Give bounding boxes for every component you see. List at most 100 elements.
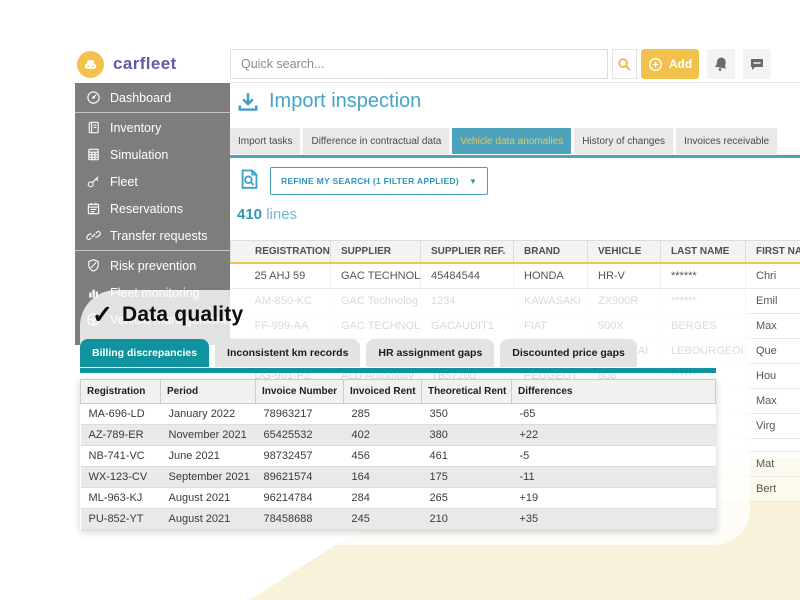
tab-import-tasks[interactable]: Import tasks [230, 128, 300, 154]
sidebar-item-fleet[interactable]: Fleet [75, 168, 230, 195]
tab-difference-contractual-data[interactable]: Difference in contractual data [303, 128, 449, 154]
sidebar-item-risk-prevention[interactable]: Risk prevention [75, 252, 230, 279]
sidebar-item-reservations[interactable]: Reservations [75, 195, 230, 222]
table-row[interactable]: WX-123-CVSeptember 202189621574164175-11 [81, 467, 716, 488]
table-cell: 285 [344, 404, 422, 425]
search-button[interactable] [612, 49, 637, 79]
chevron-down-icon: ▼ [469, 177, 477, 186]
table-cell: Chri [746, 263, 800, 289]
logo[interactable]: carfleet [75, 45, 230, 83]
column-header-brand[interactable]: BRAND [514, 241, 588, 264]
column-header-invoiced-rent[interactable]: Invoiced Rent [344, 380, 422, 404]
lines-count-value: 410 [237, 206, 262, 223]
column-header-last-name[interactable]: LAST NAME [661, 241, 746, 264]
messages-button[interactable] [743, 49, 771, 79]
tab-billing-discrepancies[interactable]: Billing discrepancies [80, 339, 209, 367]
table-row[interactable]: 25 AHJ 59GAC TECHNOLC45484544HONDAHR-V**… [231, 263, 800, 289]
table-cell: August 2021 [161, 509, 256, 530]
table-cell: June 2021 [161, 446, 256, 467]
gauge-icon [86, 90, 101, 105]
popup-title: Data quality [122, 303, 243, 327]
column-header-theoretical-rent[interactable]: Theoretical Rent [422, 380, 512, 404]
popup-tabs: Billing discrepancies Inconsistent km re… [80, 339, 637, 367]
table-cell: NB-741-VC [81, 446, 161, 467]
add-button-label: Add [669, 57, 692, 71]
table-cell: 175 [422, 467, 512, 488]
column-header-invoice-number[interactable]: Invoice Number [256, 380, 344, 404]
table-cell: 164 [344, 467, 422, 488]
table-row[interactable]: AZ-789-ERNovember 202165425532402380+22 [81, 425, 716, 446]
table-cell: -65 [512, 404, 716, 425]
logo-text: carfleet [113, 54, 177, 74]
table-cell: November 2021 [161, 425, 256, 446]
tab-discounted-price-gaps[interactable]: Discounted price gaps [500, 339, 637, 367]
table-row[interactable]: NB-741-VCJune 202198732457456461-5 [81, 446, 716, 467]
table-cell: 78458688 [256, 509, 344, 530]
table-cell: Hou [746, 364, 800, 389]
sidebar-divider [75, 112, 230, 113]
tab-invoices-receivable[interactable]: Invoices receivable [676, 128, 777, 154]
sidebar-item-label: Dashboard [110, 91, 171, 105]
table-cell: 461 [422, 446, 512, 467]
column-header-registration[interactable]: REGISTRATION [231, 241, 331, 264]
column-header-registration[interactable]: Registration [81, 380, 161, 404]
table-cell: January 2022 [161, 404, 256, 425]
book-icon [86, 120, 101, 135]
table-cell: AZ-789-ER [81, 425, 161, 446]
tab-inconsistent-km-records[interactable]: Inconsistent km records [215, 339, 360, 367]
topbar-divider [230, 82, 800, 83]
sidebar-item-label: Fleet [110, 175, 138, 189]
column-header-period[interactable]: Period [161, 380, 256, 404]
table-cell: 284 [344, 488, 422, 509]
tab-hr-assignment-gaps[interactable]: HR assignment gaps [366, 339, 494, 367]
column-header-vehicle[interactable]: VEHICLE [588, 241, 661, 264]
table-cell: MA-696-LD [81, 404, 161, 425]
table-cell: Bert [746, 477, 800, 502]
lines-count-label: lines [266, 206, 297, 223]
table-cell: GAC TECHNOLC [331, 263, 421, 289]
table-cell: -5 [512, 446, 716, 467]
key-icon [86, 174, 101, 189]
column-header-supplier[interactable]: SUPPLIER [331, 241, 421, 264]
sidebar-item-simulation[interactable]: Simulation [75, 141, 230, 168]
notifications-button[interactable] [707, 49, 735, 79]
column-header-supplier-ref[interactable]: SUPPLIER REF. [421, 241, 514, 264]
table-row[interactable]: ML-963-KJAugust 202196214784284265+19 [81, 488, 716, 509]
sidebar-item-dashboard[interactable]: Dashboard [75, 84, 230, 111]
table-header-row: REGISTRATION SUPPLIER SUPPLIER REF. BRAN… [231, 241, 800, 264]
sidebar-item-label: Risk prevention [110, 259, 196, 273]
column-header-first-name[interactable]: FIRST NAME [746, 241, 800, 264]
table-cell: HONDA [514, 263, 588, 289]
table-cell: Virg [746, 414, 800, 439]
refine-search-button[interactable]: REFINE MY SEARCH (1 FILTER APPLIED) ▼ [270, 167, 488, 195]
popup-title-row: ✓ Data quality [92, 300, 243, 330]
add-button[interactable]: Add [641, 49, 699, 79]
document-search-icon [237, 167, 262, 192]
table-cell: -11 [512, 467, 716, 488]
table-cell: Emil [746, 289, 800, 314]
filter-icon-wrap [237, 167, 262, 197]
column-header-differences[interactable]: Differences [512, 380, 716, 404]
calculator-icon [86, 147, 101, 162]
table-cell: PU-852-YT [81, 509, 161, 530]
table-cell: 78963217 [256, 404, 344, 425]
table-cell: 210 [422, 509, 512, 530]
sidebar-item-transfer-requests[interactable]: Transfer requests [75, 222, 230, 249]
tab-vehicle-data-anomalies[interactable]: Vehicle data anomalies [452, 128, 571, 154]
table-cell: Que [746, 339, 800, 364]
main-tabs: Import tasks Difference in contractual d… [230, 128, 777, 154]
sidebar-item-label: Inventory [110, 121, 161, 135]
table-cell: ****** [661, 263, 746, 289]
sidebar-item-inventory[interactable]: Inventory [75, 114, 230, 141]
table-cell: Max [746, 314, 800, 339]
search-icon [617, 57, 632, 72]
link-icon [86, 228, 101, 243]
table-row[interactable]: PU-852-YTAugust 202178458688245210+35 [81, 509, 716, 530]
table-cell: September 2021 [161, 467, 256, 488]
sidebar-divider [75, 250, 230, 251]
checkmark-icon: ✓ [92, 300, 113, 330]
table-row[interactable]: MA-696-LDJanuary 202278963217285350-65 [81, 404, 716, 425]
tab-history-of-changes[interactable]: History of changes [574, 128, 673, 154]
chat-icon [749, 56, 765, 72]
search-input[interactable] [230, 49, 608, 79]
